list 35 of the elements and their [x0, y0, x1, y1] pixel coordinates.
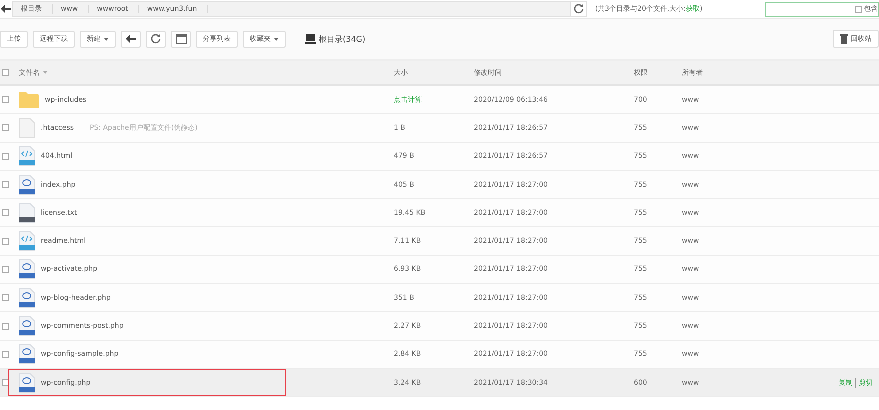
document-icon	[19, 174, 35, 195]
disk-label[interactable]: 根目录(34G)	[319, 34, 366, 44]
code-file-icon	[19, 146, 35, 166]
row-checkbox[interactable]	[2, 124, 9, 132]
sort-caret-icon[interactable]	[43, 71, 48, 74]
folder-icon	[19, 92, 39, 108]
row-checkbox[interactable]	[2, 209, 9, 216]
window-icon	[176, 34, 186, 44]
row-checkbox[interactable]	[2, 181, 9, 188]
code-file-icon	[19, 231, 35, 252]
file-icon	[19, 118, 35, 138]
row-checkbox[interactable]	[2, 294, 9, 302]
refresh-icon[interactable]	[571, 1, 588, 17]
row-checkbox[interactable]	[2, 238, 9, 245]
document-icon	[19, 288, 35, 308]
row-checkbox[interactable]	[2, 96, 9, 104]
document-icon	[19, 259, 35, 280]
include-checkbox[interactable]	[855, 6, 862, 12]
terminal-button[interactable]	[171, 30, 191, 48]
document-icon	[19, 202, 35, 223]
refresh-button[interactable]	[146, 30, 166, 48]
document-icon	[19, 316, 35, 336]
select-all-checkbox[interactable]	[2, 69, 9, 76]
row-checkbox[interactable]	[2, 152, 9, 160]
caret-icon	[104, 38, 109, 40]
back-arrow-icon	[126, 35, 136, 43]
row-checkbox[interactable]	[2, 350, 9, 358]
row-checkbox[interactable]	[2, 266, 9, 273]
refresh-icon	[151, 34, 161, 44]
row-checkbox[interactable]	[2, 322, 9, 330]
caret-icon	[274, 38, 279, 40]
document-icon	[19, 372, 35, 393]
trash-icon	[840, 34, 848, 44]
document-icon	[19, 344, 35, 364]
back-button[interactable]	[121, 30, 141, 48]
